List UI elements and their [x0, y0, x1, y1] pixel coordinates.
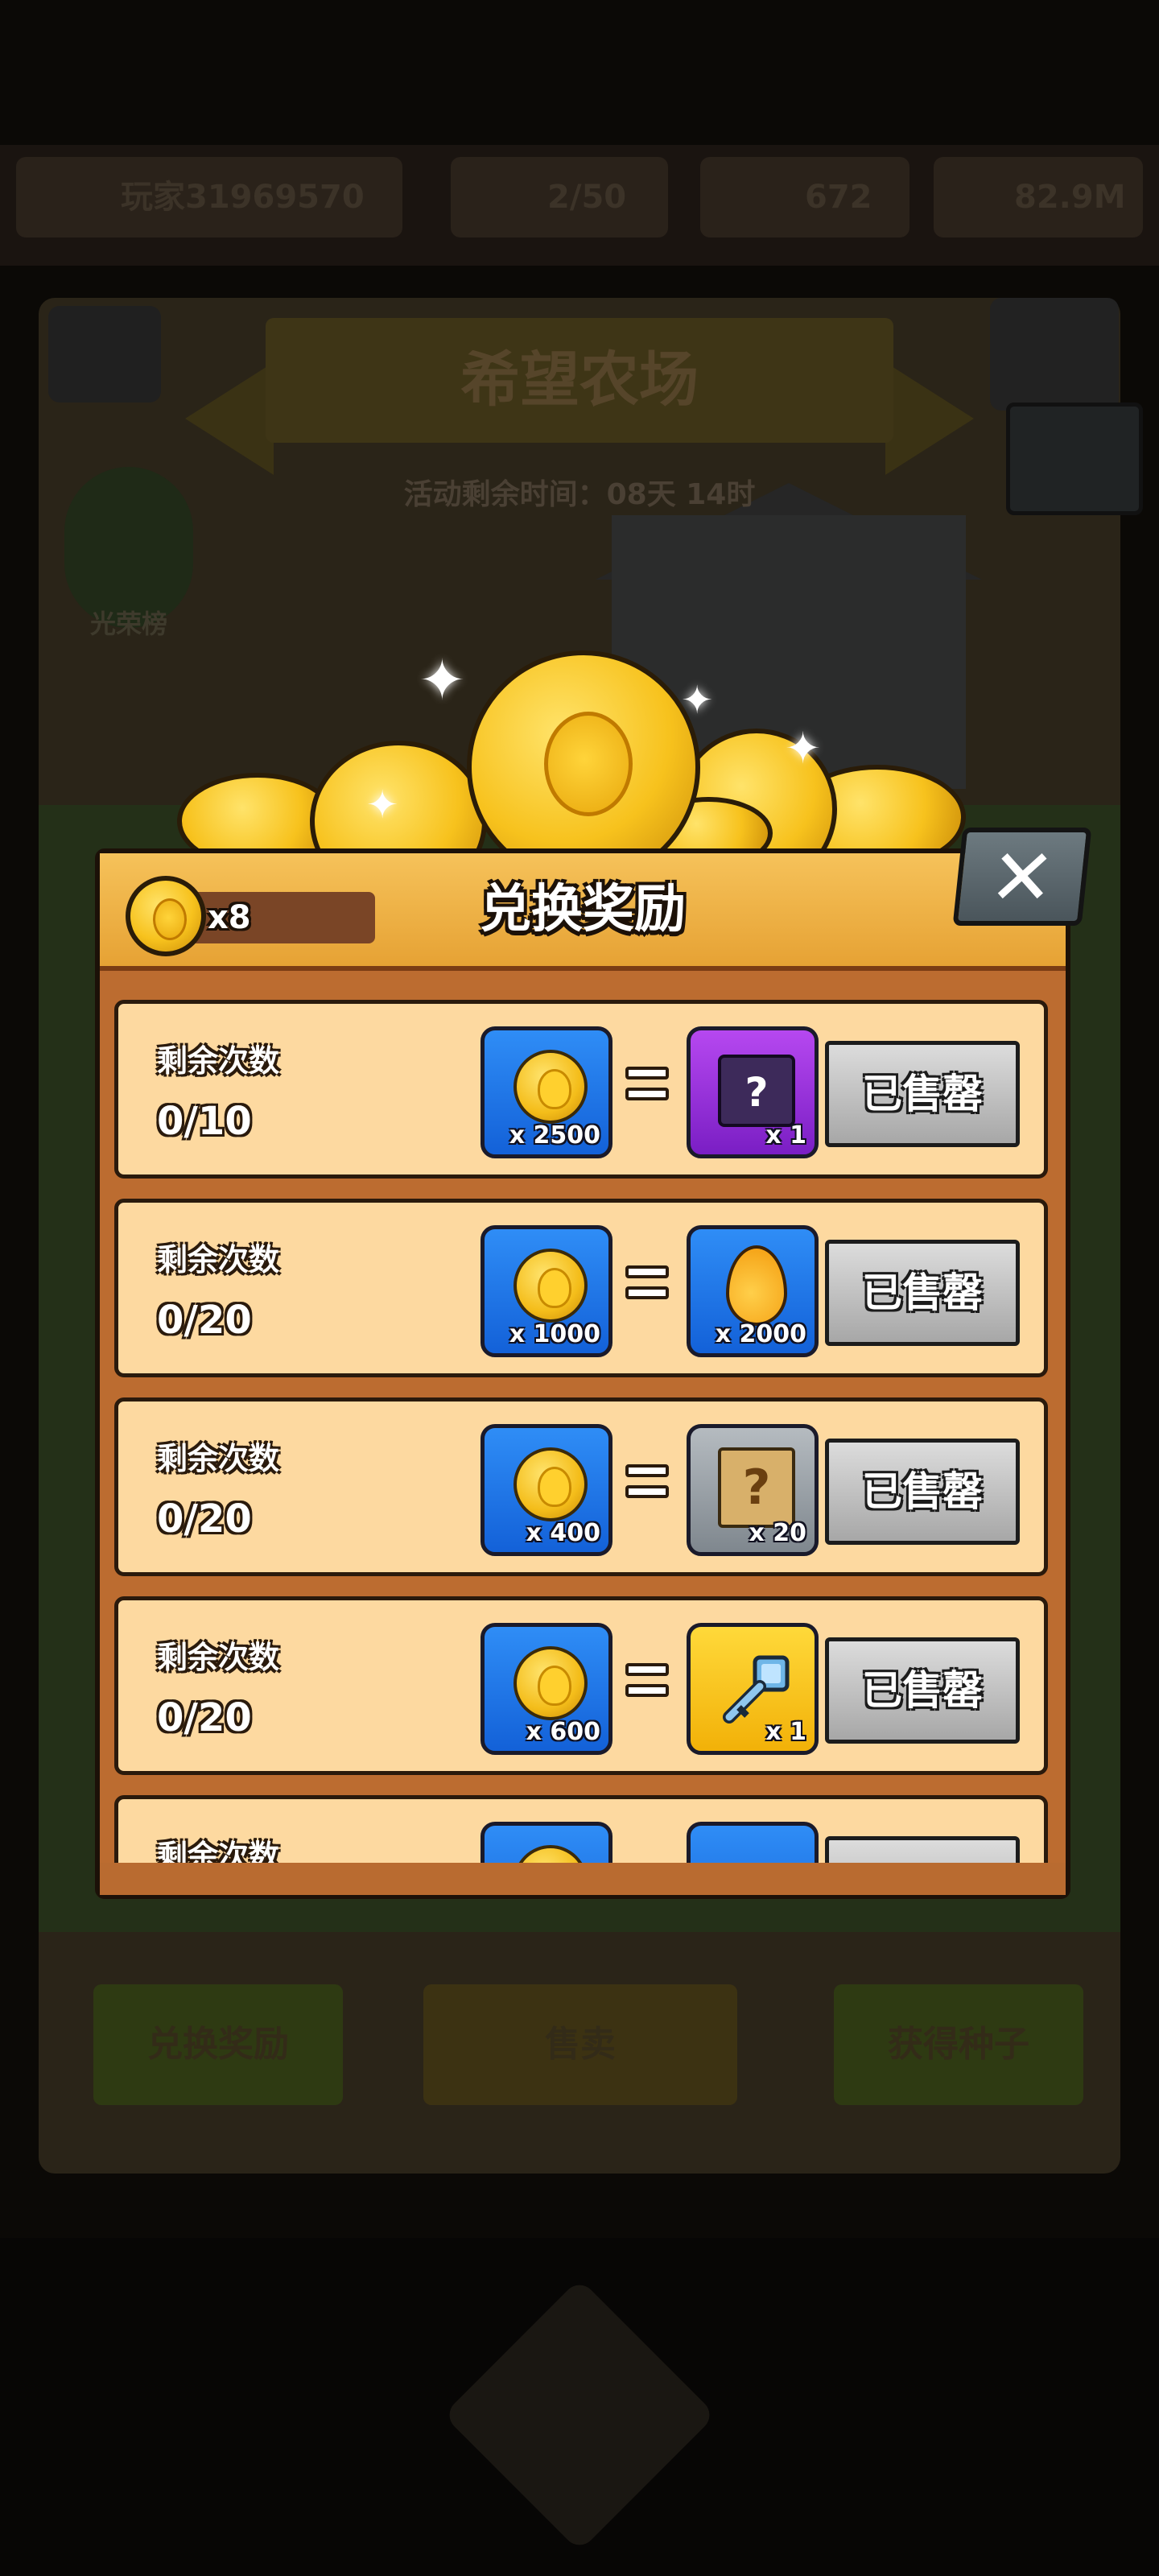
event-title: 希望农场 — [460, 345, 699, 415]
equals-icon — [625, 1067, 669, 1115]
mystery-chest-icon: ? — [718, 1055, 795, 1127]
sold-out-button[interactable] — [825, 1836, 1020, 1863]
money-value: 82.9M — [1014, 179, 1126, 216]
exchange-list[interactable]: 剩余次数 0/10 x 2500 ? x 1 已售罄 剩余次数 0/20 x 1… — [111, 992, 1054, 1863]
reward-tile: ? x 1 — [687, 1026, 819, 1158]
menu-icon — [48, 306, 161, 402]
sold-out-button[interactable]: 已售罄 — [825, 1439, 1020, 1545]
close-button[interactable]: ✕ — [952, 828, 1092, 926]
sold-out-button[interactable]: 已售罄 — [825, 1240, 1020, 1346]
reward-quantity: x 1 — [765, 1718, 806, 1746]
glory-label: 光荣榜 — [89, 609, 167, 639]
remaining-label: 剩余次数 — [157, 1441, 280, 1476]
mystery-scroll-icon: ? — [718, 1447, 795, 1528]
reward-quantity: x 1 — [765, 1121, 806, 1150]
bg-sell-button: 售卖 — [423, 1984, 737, 2105]
remaining-count: 0/10 — [157, 1099, 252, 1144]
bean-coin-icon — [514, 1249, 588, 1323]
cost-quantity: x 600 — [526, 1718, 600, 1746]
reward-quantity: x 20 — [749, 1519, 806, 1547]
sold-out-button[interactable]: 已售罄 — [825, 1041, 1020, 1147]
bg-exchange-button: 兑换奖励 — [93, 1984, 343, 2105]
exchange-row: 剩余次数 — [114, 1795, 1048, 1863]
remaining-label: 剩余次数 — [157, 1043, 280, 1079]
cost-tile: x 400 — [481, 1424, 612, 1556]
remaining-count: 0/20 — [157, 1298, 252, 1343]
exchange-row: 剩余次数 0/20 x 400 ? x 20 已售罄 — [114, 1397, 1048, 1576]
reward-tile: x 1 — [687, 1623, 819, 1755]
dialog-footer — [100, 1863, 1066, 1895]
bean-coin-icon — [514, 1447, 588, 1521]
sparkle-icon: ✦ — [681, 678, 714, 723]
equals-icon — [625, 1265, 669, 1314]
remaining-label: 剩余次数 — [157, 1839, 280, 1863]
remaining-count: 0/20 — [157, 1695, 252, 1740]
cost-tile: x 600 — [481, 1623, 612, 1755]
remaining-label: 剩余次数 — [157, 1640, 280, 1675]
golden-drop-icon — [726, 1245, 787, 1326]
remaining-label: 剩余次数 — [157, 1242, 280, 1278]
shield-icon — [990, 298, 1119, 411]
cost-quantity: x 400 — [526, 1519, 600, 1547]
remaining-count: 0/20 — [157, 1496, 252, 1542]
reward-quantity: x 2000 — [715, 1320, 806, 1348]
cost-tile: x 2500 — [481, 1026, 612, 1158]
player-info[interactable]: 玩家31969570 — [16, 157, 402, 237]
sparkle-icon: ✦ — [366, 782, 399, 828]
exchange-row: 剩余次数 0/20 x 600 x 1 已售罄 — [114, 1596, 1048, 1775]
event-timer: 活动剩余时间：08天 14时 — [403, 478, 756, 511]
player-name: 玩家31969570 — [121, 179, 365, 216]
money-counter: 82.9M — [934, 157, 1143, 237]
sparkle-icon: ✦ — [785, 723, 822, 774]
reward-tile: x 2000 — [687, 1225, 819, 1357]
dialog-title: 兑换奖励 — [480, 880, 686, 939]
sold-out-button[interactable]: 已售罄 — [825, 1637, 1020, 1744]
reward-tile: ? x 20 — [687, 1424, 819, 1556]
sparkle-icon: ✦ — [419, 647, 466, 713]
bean-coin-icon — [514, 1845, 588, 1863]
seed-counter: 672 — [700, 157, 909, 237]
cost-tile — [481, 1822, 612, 1863]
bg-get-seeds-button: 获得种子 — [834, 1984, 1083, 2105]
energy-counter: 2/50 — [451, 157, 668, 237]
seed-value: 672 — [805, 179, 872, 216]
cost-tile: x 1000 — [481, 1225, 612, 1357]
equals-icon — [625, 1464, 669, 1513]
cost-quantity: x 2500 — [509, 1121, 600, 1150]
equals-icon — [625, 1663, 669, 1711]
bean-coin-icon — [514, 1050, 588, 1124]
exchange-row: 剩余次数 0/10 x 2500 ? x 1 已售罄 — [114, 1000, 1048, 1179]
banner-left-arrow — [185, 362, 274, 475]
bean-coin-icon — [514, 1646, 588, 1720]
banner-right-arrow — [885, 362, 974, 475]
energy-value: 2/50 — [547, 179, 627, 216]
exchange-row: 剩余次数 0/20 x 1000 x 2000 已售罄 — [114, 1199, 1048, 1377]
close-icon: ✕ — [984, 832, 1059, 923]
cost-quantity: x 1000 — [509, 1320, 600, 1348]
reward-tile — [687, 1822, 819, 1863]
event-close-icon — [1006, 402, 1143, 515]
